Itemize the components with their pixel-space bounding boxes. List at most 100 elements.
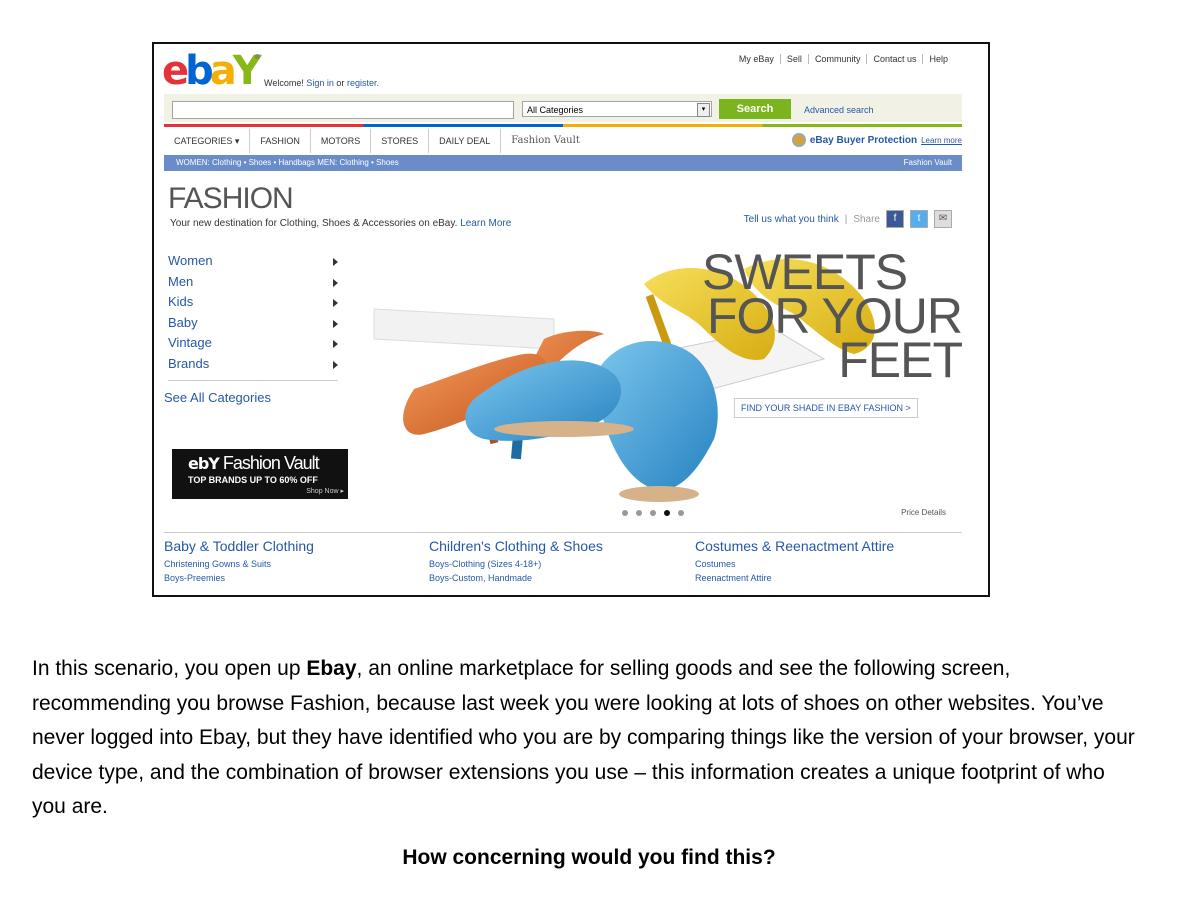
- ebay-logo: ebaY ®: [162, 48, 262, 94]
- category-vintage[interactable]: Vintage: [168, 333, 338, 354]
- or-text: or: [336, 78, 345, 88]
- search-button[interactable]: Search: [719, 99, 791, 119]
- facebook-icon[interactable]: f: [886, 210, 904, 228]
- description-text: Your new destination for Clothing, Shoes…: [170, 218, 458, 229]
- category-baby[interactable]: Baby: [168, 313, 338, 334]
- fashion-vault-banner[interactable]: ebY Fashion Vault TOP BRANDS UP TO 60% O…: [172, 449, 348, 499]
- tab-motors[interactable]: MOTORS: [311, 129, 372, 153]
- category-women-label: Women: [168, 253, 213, 268]
- top-link-contact[interactable]: Contact us: [866, 54, 922, 64]
- welcome-label: Welcome!: [264, 78, 304, 88]
- top-link-sell[interactable]: Sell: [779, 54, 808, 64]
- divider: [164, 532, 962, 533]
- hero-line-3: FEET: [838, 332, 963, 388]
- category-vintage-label: Vintage: [168, 335, 212, 350]
- column-link[interactable]: Costumes: [695, 559, 894, 569]
- nav-tabs: CATEGORIES ▾ FASHION MOTORS STORES DAILY…: [164, 129, 590, 153]
- carousel-dot[interactable]: [622, 510, 628, 516]
- carousel-dot[interactable]: [636, 510, 642, 516]
- tab-fashion[interactable]: FASHION: [250, 129, 311, 153]
- arrow-right-icon: [333, 299, 338, 307]
- category-nav: Women Men Kids Baby Vintage Brands: [168, 251, 338, 381]
- paragraph-bold-ebay: Ebay: [306, 657, 357, 680]
- column-link[interactable]: Boys-Preemies: [164, 573, 314, 583]
- column-link[interactable]: Reenactment Attire: [695, 573, 894, 583]
- buyer-protection: eBay Buyer Protection Learn more: [791, 133, 962, 147]
- arrow-right-icon: [333, 258, 338, 266]
- carousel-dots: [622, 510, 684, 516]
- vault-banner-subtitle: TOP BRANDS UP TO 60% OFF: [188, 475, 318, 485]
- arrow-right-icon: [333, 360, 338, 369]
- category-column-baby: Baby & Toddler Clothing Christening Gown…: [164, 538, 314, 583]
- tab-daily-deal[interactable]: DAILY DEAL: [429, 129, 502, 153]
- top-link-community[interactable]: Community: [807, 54, 867, 64]
- shield-icon: [791, 133, 806, 147]
- category-brands-label: Brands: [168, 355, 210, 371]
- category-column-children: Children's Clothing & Shoes Boys-Clothin…: [429, 538, 603, 583]
- top-links: My eBay Sell Community Contact us Help: [733, 54, 954, 64]
- page-description: Your new destination for Clothing, Shoes…: [170, 218, 511, 229]
- category-select[interactable]: All Categories ▾: [522, 101, 712, 117]
- category-baby-label: Baby: [168, 314, 198, 330]
- advanced-search-link[interactable]: Advanced search: [804, 105, 874, 115]
- vault-banner-title: ebY Fashion Vault: [188, 453, 320, 473]
- category-kids-label: Kids: [168, 294, 194, 309]
- email-icon[interactable]: ✉: [934, 210, 952, 228]
- sign-in-link[interactable]: Sign in: [306, 78, 334, 88]
- carousel-dot-active[interactable]: [664, 510, 670, 516]
- carousel-dot[interactable]: [650, 510, 656, 516]
- tab-stores[interactable]: STORES: [371, 129, 430, 153]
- column-heading[interactable]: Costumes & Reenactment Attire: [695, 538, 894, 554]
- column-link[interactable]: Boys-Clothing (Sizes 4-18+): [429, 559, 603, 569]
- learn-more-link[interactable]: Learn more: [921, 136, 962, 145]
- sub-navigation: WOMEN: Clothing • Shoes • Handbags MEN: …: [164, 155, 962, 171]
- tab-fashion-vault[interactable]: Fashion Vault: [501, 129, 590, 153]
- column-heading[interactable]: Children's Clothing & Shoes: [429, 538, 603, 554]
- arrow-right-icon: [333, 278, 338, 287]
- question-text: How concerning would you find this?: [402, 846, 776, 869]
- subnav-fashion-vault[interactable]: Fashion Vault: [904, 155, 952, 171]
- top-link-help[interactable]: Help: [922, 54, 954, 64]
- register-link[interactable]: register.: [347, 78, 379, 88]
- buyer-protection-label: eBay Buyer Protection: [809, 134, 918, 146]
- dropdown-arrow-icon: ▾: [697, 103, 710, 117]
- subnav-links[interactable]: WOMEN: Clothing • Shoes • Handbags MEN: …: [176, 155, 399, 171]
- color-divider: [164, 124, 962, 127]
- page-title: FASHION: [168, 182, 294, 215]
- category-column-costumes: Costumes & Reenactment Attire Costumes R…: [695, 538, 894, 583]
- ebay-screenshot: ebaY ® Welcome! Sign in or register. My e…: [152, 42, 990, 597]
- shop-now-link[interactable]: Shop Now ▸: [306, 487, 344, 495]
- column-link[interactable]: Boys-Custom, Handmade: [429, 573, 603, 583]
- twitter-icon[interactable]: t: [910, 210, 928, 228]
- category-men[interactable]: Men: [168, 272, 338, 293]
- search-input[interactable]: [172, 101, 514, 119]
- divider: [168, 380, 338, 381]
- carousel-dot[interactable]: [678, 510, 684, 516]
- divider: |: [844, 213, 848, 225]
- column-link[interactable]: Christening Gowns & Suits: [164, 559, 314, 569]
- tab-categories[interactable]: CATEGORIES ▾: [164, 129, 251, 153]
- paragraph-text-end: , an online marketplace for selling good…: [32, 657, 1135, 818]
- tab-categories-label: CATEGORIES: [174, 136, 233, 146]
- feedback-link[interactable]: Tell us what you think: [744, 214, 839, 225]
- find-shade-button[interactable]: FIND YOUR SHADE IN EBAY FASHION >: [734, 398, 918, 418]
- column-heading[interactable]: Baby & Toddler Clothing: [164, 538, 314, 554]
- vault-banner-title-text: Fashion Vault: [222, 453, 320, 473]
- see-all-categories-link[interactable]: See All Categories: [164, 390, 271, 405]
- scenario-paragraph: In this scenario, you open up Ebay, an o…: [32, 652, 1142, 825]
- price-details-link[interactable]: Price Details: [901, 508, 946, 517]
- search-bar: All Categories ▾ Search Advanced search: [164, 94, 962, 122]
- top-link-my-ebay[interactable]: My eBay: [733, 54, 780, 64]
- arrow-right-icon: [333, 340, 338, 348]
- category-kids[interactable]: Kids: [168, 292, 338, 313]
- welcome-text: Welcome! Sign in or register.: [264, 78, 379, 88]
- category-men-label: Men: [168, 273, 194, 289]
- arrow-right-icon: [333, 319, 338, 328]
- share-label: Share: [853, 213, 880, 225]
- hero-headline: SWEETS FOR YOUR FEET: [702, 247, 963, 388]
- category-brands[interactable]: Brands: [168, 354, 338, 375]
- learn-more-fashion-link[interactable]: Learn More: [460, 218, 511, 229]
- share-bar: Tell us what you think | Share f t ✉: [744, 210, 952, 228]
- category-women[interactable]: Women: [168, 251, 338, 272]
- paragraph-text-start: In this scenario, you open up: [32, 657, 307, 680]
